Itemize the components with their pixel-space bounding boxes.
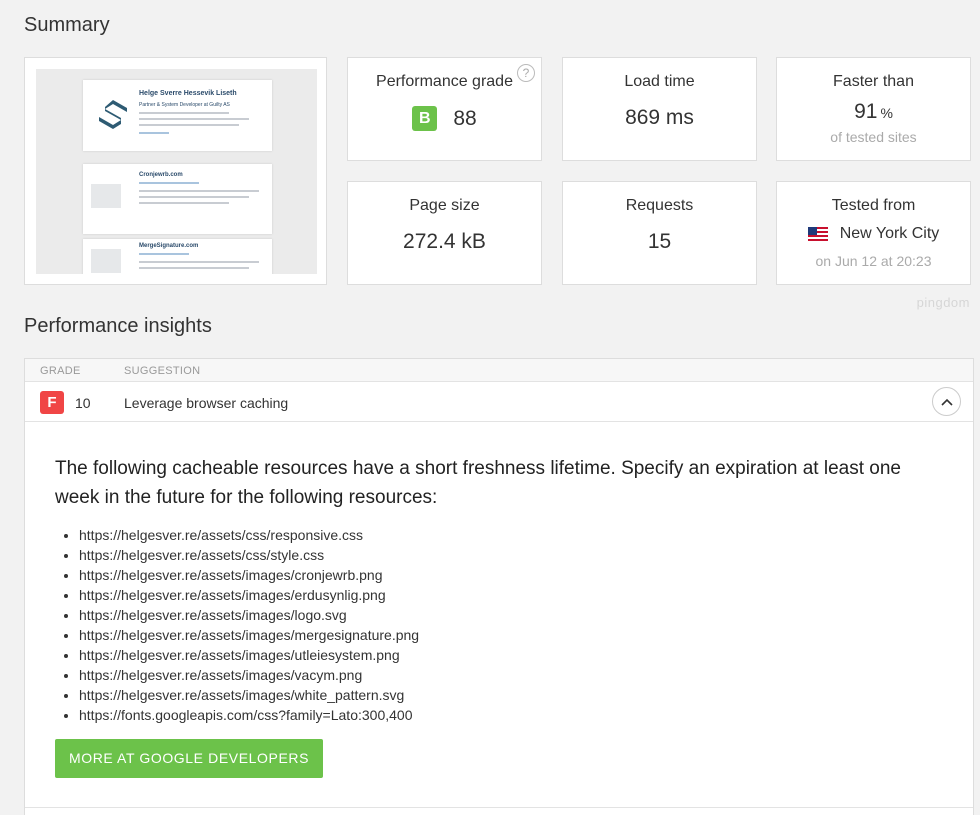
site-screenshot-card: Helge Sverre Hessevik Liseth Partner & S… xyxy=(24,57,327,285)
load-time-value: 869 ms xyxy=(625,106,694,129)
performance-grade-label: Performance grade xyxy=(376,73,513,90)
insight-score: 10 xyxy=(75,395,91,411)
collapse-toggle-button[interactable] xyxy=(932,387,961,416)
resource-item: https://helgesver.re/assets/images/erdus… xyxy=(79,585,935,605)
insights-table: GRADE SUGGESTION F 10 Leverage browser c… xyxy=(24,358,974,815)
help-icon[interactable]: ? xyxy=(517,64,535,82)
requests-value: 15 xyxy=(647,230,672,253)
screenshot-header-pane: Helge Sverre Hessevik Liseth Partner & S… xyxy=(83,80,272,151)
more-at-google-developers-button[interactable]: MORE AT GOOGLE DEVELOPERS xyxy=(55,739,323,778)
site-screenshot: Helge Sverre Hessevik Liseth Partner & S… xyxy=(36,69,317,274)
resource-item: https://helgesver.re/assets/images/merge… xyxy=(79,625,935,645)
insight-description: The following cacheable resources have a… xyxy=(55,458,901,508)
grade-column-header: GRADE xyxy=(40,365,81,377)
grade-badge: B xyxy=(412,106,438,131)
suggestion-column-header: SUGGESTION xyxy=(124,365,201,377)
chevron-up-icon xyxy=(940,398,953,406)
page-size-label: Page size xyxy=(409,197,480,214)
screenshot-subtitle: Partner & System Developer at Guilty AS xyxy=(139,102,230,108)
screenshot-project-pane-1: Cronjewrb.com xyxy=(83,164,272,234)
performance-score: 88 xyxy=(453,106,477,130)
resource-item: https://helgesver.re/assets/images/white… xyxy=(79,685,935,705)
faster-than-unit: % xyxy=(880,105,893,121)
tested-from-label: Tested from xyxy=(831,197,916,214)
resource-item: https://fonts.googleapis.com/css?family=… xyxy=(79,705,935,725)
tested-from-date: on Jun 12 at 20:23 xyxy=(815,253,932,269)
faster-than-label: Faster than xyxy=(833,73,914,90)
tested-from-card: Tested from New York City on Jun 12 at 2… xyxy=(776,181,971,285)
page-size-card: Page size 272.4 kB xyxy=(347,181,542,285)
tested-from-location: New York City xyxy=(839,225,940,242)
insights-title: Performance insights xyxy=(24,315,212,337)
screenshot-item-2: MergeSignature.com xyxy=(139,243,199,249)
screenshot-name: Helge Sverre Hessevik Liseth xyxy=(139,90,237,97)
page-size-value: 272.4 kB xyxy=(403,230,486,253)
resource-item: https://helgesver.re/assets/images/vacym… xyxy=(79,665,935,685)
resource-item: https://helgesver.re/assets/images/utlei… xyxy=(79,645,935,665)
screenshot-item-1: Cronjewrb.com xyxy=(139,172,183,178)
insight-row[interactable]: F 10 Leverage browser caching xyxy=(25,382,973,422)
resource-item: https://helgesver.re/assets/css/responsi… xyxy=(79,525,935,545)
site-logo-icon xyxy=(99,100,127,129)
insight-suggestion: Leverage browser caching xyxy=(124,395,289,411)
faster-than-value: 91 xyxy=(854,100,878,123)
load-time-label: Load time xyxy=(624,73,695,90)
requests-label: Requests xyxy=(625,197,694,214)
load-time-card: Load time 869 ms xyxy=(562,57,757,161)
resource-list: https://helgesver.re/assets/css/responsi… xyxy=(79,525,935,725)
resource-item: https://helgesver.re/assets/css/style.cs… xyxy=(79,545,935,565)
pingdom-logo: pingdom xyxy=(916,295,970,310)
resource-item: https://helgesver.re/assets/images/logo.… xyxy=(79,605,935,625)
us-flag-icon xyxy=(807,227,828,241)
performance-grade-card: Performance grade ? B 88 xyxy=(347,57,542,161)
grade-f-badge: F xyxy=(40,391,64,414)
insight-detail: The following cacheable resources have a… xyxy=(55,454,935,725)
requests-card: Requests 15 xyxy=(562,181,757,285)
faster-than-card: Faster than 91% of tested sites xyxy=(776,57,971,161)
resource-item: https://helgesver.re/assets/images/cronj… xyxy=(79,565,935,585)
summary-title: Summary xyxy=(24,14,110,36)
insights-table-header: GRADE SUGGESTION xyxy=(25,359,973,382)
next-insight-row[interactable] xyxy=(25,807,973,808)
screenshot-project-pane-2: MergeSignature.com xyxy=(83,239,272,274)
faster-than-sub: of tested sites xyxy=(830,129,917,145)
